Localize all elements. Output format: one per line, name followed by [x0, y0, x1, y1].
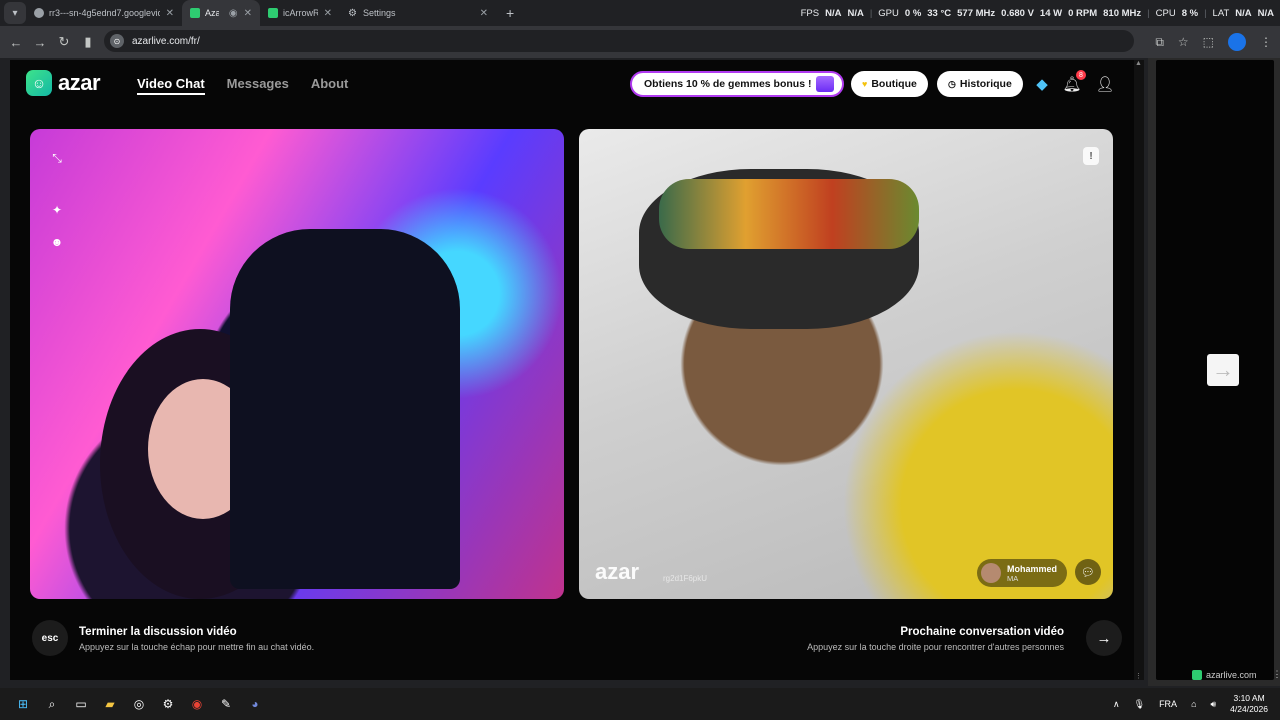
nav-about[interactable]: About	[311, 76, 349, 95]
reload-icon[interactable]: ↻	[52, 30, 76, 54]
site-info-icon[interactable]: ⊙	[110, 34, 124, 48]
tab-googlevideo[interactable]: rr3---sn-4g5ednd7.googlevideo ✕	[26, 0, 182, 26]
scroll-up-icon[interactable]: ▲	[1135, 60, 1142, 67]
partner-video: ! azar rg2d1F6pkU Mohammed MA 💬︎	[579, 129, 1113, 599]
notification-bell-icon[interactable]: 🔔︎ 8	[1062, 70, 1086, 94]
close-tab-icon[interactable]: ✕	[166, 8, 174, 19]
browser-tab-strip: ▾ rr3---sn-4g5ednd7.googlevideo ✕ Azar ◉…	[0, 0, 1280, 26]
scroll-menu-icon[interactable]: ⋮	[1135, 672, 1142, 680]
arrow-right-icon[interactable]: →	[1207, 354, 1239, 386]
partner-name: Mohammed	[1006, 563, 1057, 574]
end-chat-button[interactable]: esc	[32, 620, 68, 656]
tab-search-icon[interactable]: ▾	[4, 2, 26, 24]
chrome-icon[interactable]: ◉	[186, 693, 208, 715]
clock-icon: ◷	[948, 78, 956, 89]
audio-icon[interactable]: ◉	[229, 8, 238, 19]
nav-video-chat[interactable]: Video Chat	[137, 76, 205, 95]
end-chat-hint: Terminer la discussion vidéo Appuyez sur…	[79, 626, 315, 652]
side-panel-footer[interactable]: azarlive.com ⋮	[1192, 669, 1280, 680]
language-indicator[interactable]: FRA	[1159, 699, 1177, 709]
clock[interactable]: 3:10 AM 4/24/2026	[1230, 693, 1268, 715]
gem-icon[interactable]: ◆	[1032, 74, 1052, 94]
report-icon[interactable]: !	[1083, 147, 1099, 165]
windows-taskbar: ⊞ ⌕ ▭ ▰ ◎ ⚙ ◉ ✎ ◕ ∧ 🎙︎ FRA ⌂ 🔊︎ 3:10 AM …	[0, 688, 1280, 720]
network-icon[interactable]: ⌂	[1191, 699, 1196, 709]
watermark-id: rg2d1F6pkU	[663, 574, 708, 583]
search-icon[interactable]: ⌕	[41, 693, 63, 715]
globe-icon	[34, 8, 44, 18]
partner-avatar	[980, 563, 1001, 583]
tray-overflow-icon[interactable]: ∧	[1113, 699, 1120, 710]
face-filter-icon[interactable]: ☻	[46, 231, 68, 253]
file-explorer-icon[interactable]: ▰	[99, 693, 121, 715]
back-icon[interactable]: ←	[4, 30, 28, 54]
close-tab-icon[interactable]: ✕	[480, 8, 488, 19]
exit-fullscreen-icon[interactable]: ⤡	[46, 147, 68, 169]
history-button[interactable]: ◷ Historique	[937, 71, 1023, 97]
side-panel-content: →	[1156, 60, 1274, 680]
gear-icon: ⚙	[348, 8, 357, 19]
url-text: azarlive.com/fr/	[132, 35, 200, 47]
azar-watermark: azar	[595, 559, 640, 584]
new-tab-button[interactable]: +	[506, 5, 514, 21]
discord-icon[interactable]: ◕	[244, 693, 266, 715]
main-nav: Video Chat Messages About	[137, 76, 348, 95]
chat-bubble-icon[interactable]: 💬︎	[1075, 559, 1101, 585]
address-bar[interactable]: ⊙ azarlive.com/fr/	[104, 30, 1134, 52]
profile-avatar[interactable]	[1228, 33, 1246, 51]
azar-favicon-icon	[268, 8, 278, 18]
editor-icon[interactable]: ✎	[215, 693, 237, 715]
tab-azar[interactable]: Azar ◉ ✕	[182, 0, 260, 26]
magic-wand-icon[interactable]: ✦	[46, 199, 68, 221]
azar-page: ☺ azar Video Chat Messages About Obtiens…	[10, 60, 1144, 680]
forward-icon[interactable]: →	[28, 30, 52, 54]
steam-icon[interactable]: ◎	[128, 693, 150, 715]
system-stats-overlay: FPS N/A N/A | GPU 0 % 33 °C 577 MHz 0.680 V 14 …	[800, 7, 1274, 19]
partner-sunglasses	[659, 179, 919, 249]
tab-icarrow[interactable]: icArrowRi ✕	[260, 0, 340, 26]
page-scrollbar[interactable]: ▲ ⋮	[1134, 60, 1144, 680]
next-chat-hint: Prochaine conversation vidéo Appuyez sur…	[807, 626, 1064, 652]
kebab-menu-icon[interactable]: ⋮	[1273, 669, 1280, 680]
settings-app-icon[interactable]: ⚙	[157, 693, 179, 715]
shop-button[interactable]: ♥ Boutique	[851, 71, 928, 97]
azar-favicon-icon	[190, 8, 200, 18]
windows-start-icon[interactable]: ⊞	[12, 693, 34, 715]
kebab-menu-icon[interactable]: ⋮	[1260, 35, 1272, 49]
bookmark-star-icon[interactable]: ☆	[1178, 35, 1189, 49]
task-view-icon[interactable]: ▭	[70, 693, 92, 715]
side-panel: → azarlive.com ⋮	[1148, 58, 1280, 686]
next-chat-button[interactable]: →	[1086, 620, 1122, 656]
gaming-chair	[230, 229, 460, 589]
self-video: ⤡ ✦ ☻	[30, 129, 564, 599]
user-profile-icon[interactable]: 👤︎	[1095, 74, 1115, 94]
browser-toolbar: ← → ↻ ▮ ⊙ azarlive.com/fr/ ⧉ ☆ ⬚ ⋮	[0, 26, 1280, 58]
cast-icon[interactable]: ⧉	[1155, 35, 1164, 50]
reading-list-icon[interactable]: ▮	[76, 30, 100, 54]
azar-favicon-icon	[1192, 669, 1202, 680]
microphone-icon[interactable]: 🎙︎	[1134, 699, 1145, 710]
volume-icon[interactable]: 🔊︎	[1211, 699, 1217, 710]
partner-profile-chip[interactable]: Mohammed MA	[976, 559, 1067, 587]
extensions-icon[interactable]: ⬚	[1203, 35, 1214, 49]
system-tray: ∧ 🎙︎ FRA ⌂ 🔊︎ 3:10 AM 4/24/2026	[1113, 688, 1268, 720]
tab-settings[interactable]: ⚙ Settings ✕	[340, 0, 496, 26]
nav-messages[interactable]: Messages	[227, 76, 289, 95]
gift-icon	[816, 76, 834, 92]
partner-country: MA	[1006, 573, 1019, 583]
azar-logo-icon: ☺	[26, 70, 52, 96]
heart-gem-icon: ♥	[862, 79, 868, 89]
azar-logo[interactable]: ☺ azar	[26, 70, 101, 96]
notification-badge: 8	[1076, 70, 1086, 80]
gem-bonus-promo-button[interactable]: Obtiens 10 % de gemmes bonus !	[630, 71, 844, 97]
close-tab-icon[interactable]: ✕	[324, 8, 332, 19]
close-tab-icon[interactable]: ✕	[244, 8, 252, 19]
